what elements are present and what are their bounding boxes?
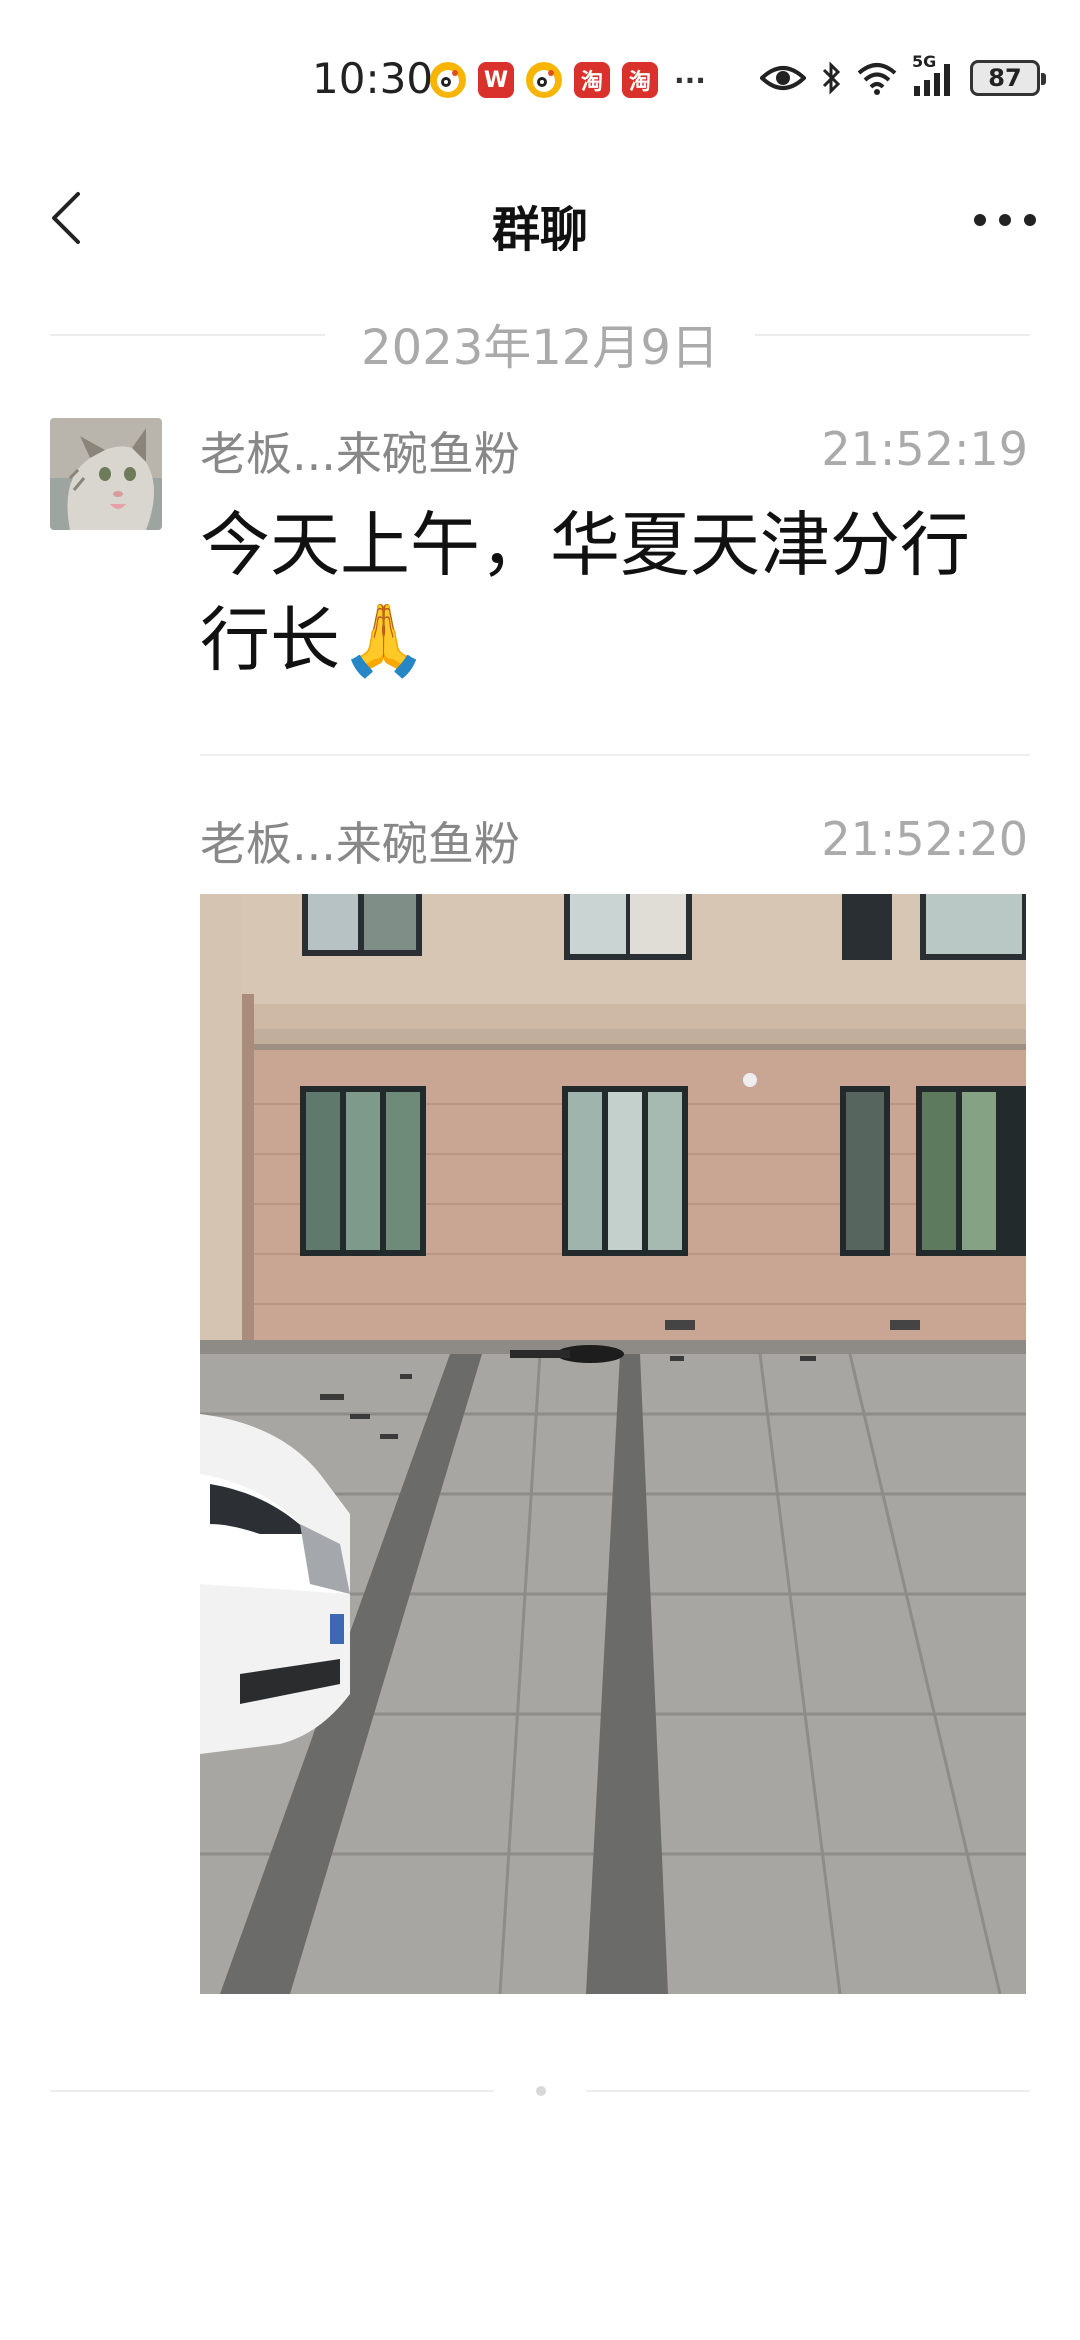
divider-line [50,2090,494,2092]
signal-icon: 5G [912,52,956,98]
more-notifications-icon: ··· [674,63,706,97]
more-options-button[interactable] [970,190,1040,250]
sender-name: 老板...来碗鱼粉 [200,817,520,871]
status-time: 10:30 [312,54,434,103]
message-time: 21:52:19 [821,422,1028,476]
wps-icon: W [478,62,514,98]
avatar[interactable] [50,418,162,530]
loading-dot-icon [536,2086,546,2096]
wifi-icon [856,58,898,98]
sender-name: 老板...来碗鱼粉 [200,427,520,481]
page-title: 群聊 [491,202,588,258]
chat-message: 老板...来碗鱼粉 21:52:19 今天上午，华夏天津分行行长🙏 [50,418,1030,758]
divider-line [755,334,1030,336]
bluetooth-icon [820,58,842,98]
system-icons: 5G 87 [760,52,1046,98]
message-separator [200,754,1030,756]
weibo-icon [430,62,466,98]
weibo-icon [526,62,562,98]
nav-bar: 群聊 [0,160,1080,280]
battery-indicator: 87 [970,60,1046,96]
notification-icons: W 淘 淘 ··· [430,62,710,98]
date-label: 2023年12月9日 [361,320,719,376]
more-horizontal-icon [974,214,1036,226]
chat-message: 老板...来碗鱼粉 21:52:20 [50,808,1030,2018]
date-divider: 2023年12月9日 [50,304,1030,376]
taobao-icon: 淘 [574,62,610,98]
message-image[interactable] [200,894,1026,1994]
message-time: 21:52:20 [821,812,1028,866]
network-type: 5G [912,52,937,71]
eye-icon [760,58,806,98]
taobao-icon: 淘 [622,62,658,98]
divider-line [586,2090,1030,2092]
status-bar: 10:30 W 淘 淘 ··· 5G 87 [0,0,1080,160]
load-more-divider [50,2076,1030,2106]
message-text: 今天上午，华夏天津分行行长🙏 [200,504,970,681]
